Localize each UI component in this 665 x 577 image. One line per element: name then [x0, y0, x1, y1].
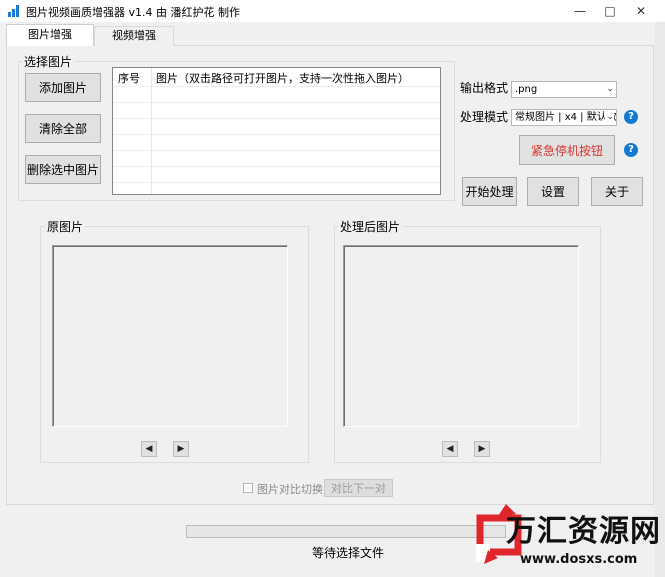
- image-list[interactable]: 序号 图片（双击路径可打开图片，支持一次性拖入图片）: [112, 67, 441, 195]
- tab-image-enhance[interactable]: 图片增强: [6, 24, 94, 46]
- chevron-down-icon: ⌄: [605, 110, 614, 125]
- column-index[interactable]: 序号: [118, 70, 140, 86]
- start-processing-button[interactable]: 开始处理: [462, 177, 517, 206]
- column-image-path[interactable]: 图片（双击路径可打开图片，支持一次性拖入图片）: [156, 70, 409, 86]
- tab-video-enhance[interactable]: 视频增强: [94, 26, 174, 46]
- processed-next-button[interactable]: ▶: [474, 441, 490, 457]
- original-prev-button[interactable]: ◀: [141, 441, 157, 457]
- process-mode-select[interactable]: 常规图片 | x4 | 默认效果 ⌄: [511, 109, 617, 126]
- grid-line: [113, 86, 440, 87]
- about-button[interactable]: 关于: [591, 177, 643, 206]
- grid-line: [113, 134, 440, 135]
- compare-toggle-checkbox[interactable]: [243, 483, 253, 493]
- emergency-stop-help-icon[interactable]: ?: [624, 143, 638, 157]
- processed-prev-button[interactable]: ◀: [442, 441, 458, 457]
- original-image-preview: [52, 245, 288, 427]
- window-title: 图片视频画质增强器 v1.4 由 潘红护花 制作: [26, 6, 240, 19]
- settings-button[interactable]: 设置: [527, 177, 579, 206]
- title-bar: 图片视频画质增强器 v1.4 由 潘红护花 制作 — □ ✕: [0, 0, 665, 22]
- watermark: 万汇资源网 www.dosxs.com: [476, 500, 661, 574]
- compare-toggle-label: 图片对比切换: [257, 483, 323, 496]
- arrow-right-icon: ▶: [478, 444, 486, 454]
- chevron-down-icon: ⌄: [606, 84, 614, 94]
- output-format-select[interactable]: .png ⌄: [511, 81, 617, 98]
- process-mode-value: 常规图片 | x4 | 默认效果: [515, 112, 617, 123]
- progress-bar: [186, 525, 506, 538]
- compare-next-button[interactable]: 对比下一对: [324, 479, 393, 497]
- arrow-left-icon: ◀: [145, 444, 153, 454]
- maximize-button[interactable]: □: [593, 0, 627, 22]
- output-format-label: 输出格式: [460, 81, 509, 95]
- watermark-title: 万汇资源网: [506, 514, 661, 549]
- arrow-right-icon: ▶: [177, 444, 185, 454]
- arrow-left-icon: ◀: [446, 444, 454, 454]
- clear-all-button[interactable]: 清除全部: [25, 114, 101, 143]
- close-button[interactable]: ✕: [624, 0, 658, 22]
- delete-selected-button[interactable]: 删除选中图片: [25, 155, 101, 184]
- watermark-url: www.dosxs.com: [520, 552, 638, 567]
- select-images-title: 选择图片: [22, 53, 75, 70]
- status-text: 等待选择文件: [312, 546, 385, 560]
- emergency-stop-button[interactable]: 紧急停机按钮: [519, 135, 615, 165]
- add-images-button[interactable]: 添加图片: [25, 73, 101, 102]
- output-format-value: .png: [515, 84, 538, 95]
- original-next-button[interactable]: ▶: [173, 441, 189, 457]
- process-mode-label: 处理模式: [460, 110, 509, 124]
- processed-image-preview: [343, 245, 579, 427]
- grid-line: [113, 150, 440, 151]
- process-mode-help-icon[interactable]: ?: [624, 110, 638, 124]
- list-header: 序号 图片（双击路径可打开图片，支持一次性拖入图片）: [113, 68, 440, 86]
- grid-line: [113, 102, 440, 103]
- grid-line: [113, 182, 440, 183]
- minimize-button[interactable]: —: [563, 0, 597, 22]
- grid-line: [113, 166, 440, 167]
- processed-image-title: 处理后图片: [338, 218, 403, 235]
- grid-line: [113, 118, 440, 119]
- app-icon: [8, 5, 22, 17]
- original-image-title: 原图片: [45, 218, 86, 235]
- desktop-background: [655, 22, 665, 577]
